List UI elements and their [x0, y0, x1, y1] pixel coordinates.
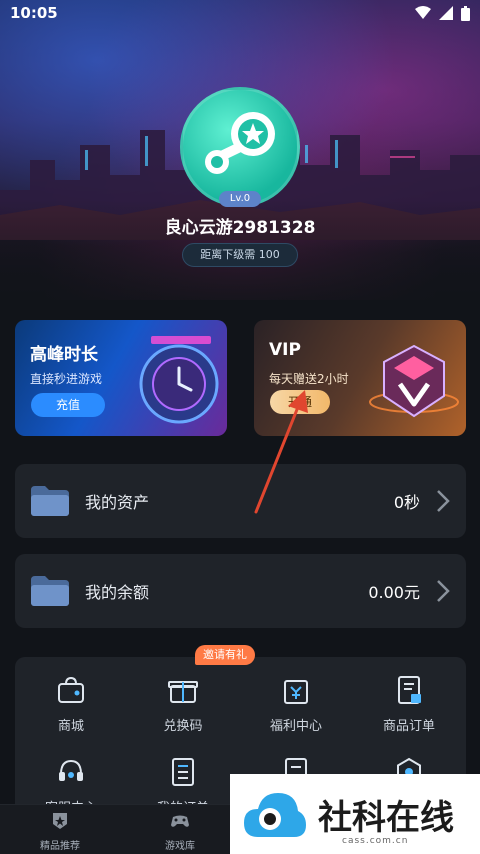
vip-title: VIP — [269, 340, 301, 360]
grid-label: 商城 — [57, 719, 84, 734]
level-badge: Lv.0 — [219, 191, 261, 207]
watermark-url: cass.com.cn — [342, 836, 409, 846]
next-level-pill: 距离下级需 100 — [182, 243, 298, 267]
headset-icon — [59, 759, 83, 781]
chevron-right-icon — [437, 490, 450, 512]
grid-item-shop[interactable]: 商城 — [15, 675, 127, 734]
steam-logo-icon — [205, 112, 275, 174]
peak-time-card[interactable]: 高峰时长 直接秒进游戏 充值 — [15, 320, 227, 436]
open-vip-button[interactable]: 开通 — [270, 390, 330, 414]
shop-bag-icon — [58, 676, 84, 703]
status-bar: 10:05 — [0, 0, 480, 26]
gamepad-icon — [171, 815, 189, 827]
peak-time-subtitle: 直接秒进游戏 — [30, 372, 103, 386]
my-assets-row[interactable]: 我的资产 0秒 — [15, 464, 466, 538]
my-balance-label: 我的余额 — [85, 583, 150, 602]
vip-subtitle: 每天赠送2小时 — [269, 372, 349, 386]
battery-icon — [461, 5, 470, 21]
peak-time-title: 高峰时长 — [30, 345, 98, 365]
status-time: 10:05 — [10, 4, 58, 22]
nav-item-featured[interactable]: 精品推荐 — [15, 811, 105, 852]
watermark: 社科在线 cass.com.cn — [230, 774, 480, 854]
cloud-logo-icon — [244, 793, 306, 837]
order-doc-icon — [398, 676, 421, 704]
chevron-right-icon — [437, 580, 450, 602]
grid-item-redeem-code[interactable]: 兑换码 — [127, 675, 239, 734]
signal-icon — [439, 6, 453, 20]
avatar[interactable] — [180, 87, 300, 207]
vip-card[interactable]: VIP 每天赠送2小时 开通 — [254, 320, 466, 436]
gift-box-icon — [168, 681, 198, 703]
invite-badge[interactable]: 邀请有礼 — [195, 645, 255, 665]
charge-button[interactable]: 充值 — [31, 393, 105, 417]
star-shield-icon — [53, 813, 67, 829]
list-doc-icon — [172, 758, 194, 786]
grid-item-product-orders[interactable]: 商品订单 — [353, 675, 465, 734]
wifi-icon — [415, 6, 431, 19]
nav-label: 游戏库 — [165, 841, 195, 852]
grid-label: 商品订单 — [382, 719, 435, 734]
my-balance-row[interactable]: 我的余额 0.00元 — [15, 554, 466, 628]
nav-item-game-library[interactable]: 游戏库 — [135, 811, 225, 852]
my-assets-label: 我的资产 — [85, 493, 150, 512]
watermark-text: 社科在线 — [318, 797, 454, 838]
folder-icon — [31, 576, 69, 606]
grid-label: 福利中心 — [269, 719, 322, 734]
grid-item-welfare[interactable]: 福利中心 — [240, 675, 352, 734]
my-assets-value: 0秒 — [393, 493, 420, 512]
my-balance-value: 0.00元 — [368, 583, 420, 602]
nav-label: 精品推荐 — [40, 841, 80, 852]
grid-label: 兑换码 — [163, 719, 203, 734]
username: 良心云游2981328 — [164, 218, 316, 238]
welfare-icon — [284, 680, 308, 704]
folder-icon — [31, 486, 69, 516]
clock-gear-illustration — [139, 336, 219, 424]
vip-diamond-emblem — [369, 344, 459, 418]
